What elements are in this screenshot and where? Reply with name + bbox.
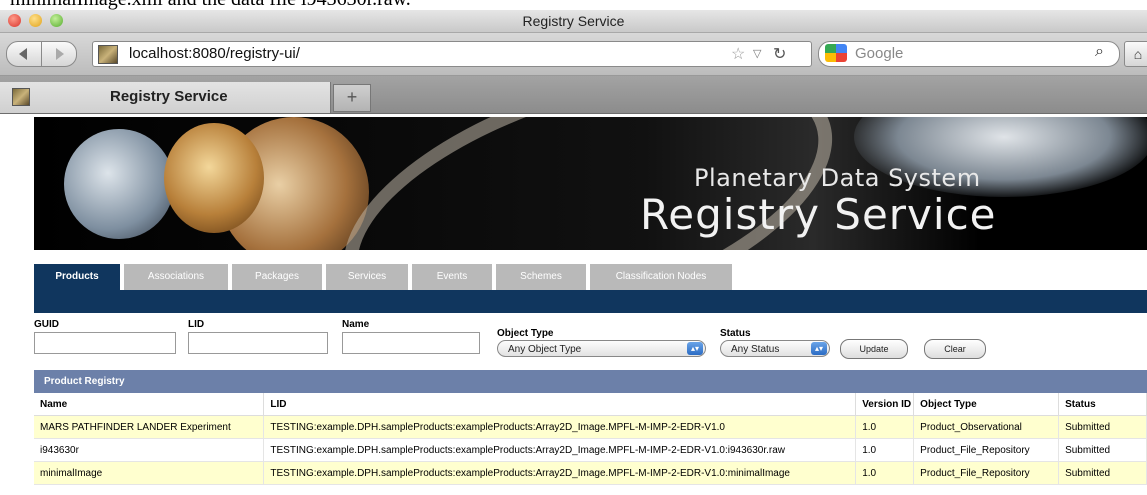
column-header-object-type[interactable]: Object Type [913, 393, 1060, 416]
tab-events[interactable]: Events [412, 264, 492, 290]
object-type-value: Any Object Type [508, 344, 582, 355]
search-bar[interactable]: Google ⌕ [818, 41, 1120, 67]
home-icon: ⌂ [1133, 46, 1143, 62]
clear-button[interactable]: Clear [924, 339, 986, 359]
tab-favicon-icon [12, 88, 30, 106]
cell-version: 1.0 [855, 438, 915, 462]
back-button[interactable] [6, 41, 42, 67]
history-dropdown-icon[interactable]: ▽ [753, 47, 761, 60]
name-input[interactable] [342, 332, 480, 354]
cell-name: minimalImage [34, 461, 265, 485]
object-type-select[interactable]: Any Object Type ▴▾ [497, 340, 706, 357]
cell-status: Submitted [1058, 438, 1147, 462]
name-label: Name [342, 319, 370, 330]
cell-version: 1.0 [855, 461, 915, 485]
cell-status: Submitted [1058, 415, 1147, 439]
cell-lid: TESTING:example.DPH.sampleProducts:examp… [263, 415, 857, 439]
table-row[interactable]: i943630r TESTING:example.DPH.sampleProdu… [34, 438, 1147, 462]
cell-version: 1.0 [855, 415, 915, 439]
column-header-lid[interactable]: LID [263, 393, 857, 416]
browser-toolbar: localhost:8080/registry-ui/ ☆ ▽ ↻ Google… [0, 33, 1147, 76]
guid-label: GUID [34, 319, 59, 330]
cell-name: i943630r [34, 438, 265, 462]
update-button[interactable]: Update [840, 339, 908, 359]
page-content: Planetary Data System Registry Service P… [0, 114, 1147, 495]
moon-image [64, 129, 174, 239]
cell-lid: TESTING:example.DPH.sampleProducts:examp… [263, 438, 857, 462]
back-arrow-icon [19, 48, 27, 60]
tab-schemes[interactable]: Schemes [496, 264, 586, 290]
cell-status: Submitted [1058, 461, 1147, 485]
app-tabs: Products Associations Packages Services … [34, 264, 1147, 292]
tab-services[interactable]: Services [326, 264, 408, 290]
cell-object-type: Product_File_Repository [913, 438, 1060, 462]
column-header-name[interactable]: Name [34, 393, 265, 416]
home-button[interactable]: ⌂ [1124, 41, 1147, 67]
site-favicon-icon [98, 45, 118, 64]
cell-object-type: Product_Observational [913, 415, 1060, 439]
table-row[interactable]: MARS PATHFINDER LANDER Experiment TESTIN… [34, 415, 1147, 439]
tab-content-bar [34, 290, 1147, 313]
browser-tab-strip: Registry Service + [0, 76, 1147, 114]
guid-input[interactable] [34, 332, 176, 354]
address-bar[interactable]: localhost:8080/registry-ui/ ☆ ▽ ↻ [92, 41, 812, 67]
forward-arrow-icon [56, 48, 64, 60]
document-text-strip: minimalImage.xml and the data file i9436… [0, 0, 1147, 10]
select-arrows-icon: ▴▾ [811, 342, 827, 355]
column-header-version[interactable]: Version ID [855, 393, 915, 416]
column-header-status[interactable]: Status [1058, 393, 1147, 416]
google-logo-icon[interactable] [825, 44, 847, 62]
status-label: Status [720, 328, 751, 339]
lid-label: LID [188, 319, 205, 330]
object-type-label: Object Type [497, 328, 554, 339]
status-select[interactable]: Any Status ▴▾ [720, 340, 830, 357]
cell-lid: TESTING:example.DPH.sampleProducts:examp… [263, 461, 857, 485]
cell-name: MARS PATHFINDER LANDER Experiment [34, 415, 265, 439]
new-tab-button[interactable]: + [333, 84, 371, 112]
search-icon[interactable]: ⌕ [1095, 43, 1104, 61]
io-image [164, 123, 264, 233]
table-header-row: Name LID Version ID Object Type Status [34, 393, 1147, 416]
window-title: Registry Service [522, 13, 625, 29]
product-registry-title: Product Registry [34, 370, 1147, 393]
tab-label: Registry Service [110, 88, 228, 105]
forward-button[interactable] [41, 41, 77, 67]
tab-packages[interactable]: Packages [232, 264, 322, 290]
select-arrows-icon: ▴▾ [687, 342, 703, 355]
pds-banner: Planetary Data System Registry Service [34, 117, 1147, 250]
tab-classification-nodes[interactable]: Classification Nodes [590, 264, 732, 290]
banner-title: Registry Service [640, 190, 997, 239]
status-value: Any Status [731, 344, 780, 355]
cell-object-type: Product_File_Repository [913, 461, 1060, 485]
product-registry-table: Name LID Version ID Object Type Status M… [34, 393, 1147, 485]
banner-subtitle: Planetary Data System [694, 164, 981, 192]
tab-associations[interactable]: Associations [124, 264, 228, 290]
bookmark-star-icon[interactable]: ☆ [731, 44, 745, 64]
document-text: minimalImage.xml and the data file i9436… [10, 0, 411, 10]
title-bar: Registry Service [0, 10, 1147, 33]
table-row[interactable]: minimalImage TESTING:example.DPH.sampleP… [34, 461, 1147, 485]
reload-icon[interactable]: ↻ [773, 44, 786, 64]
lid-input[interactable] [188, 332, 328, 354]
browser-tab[interactable]: Registry Service [0, 82, 331, 113]
search-placeholder: Google [855, 45, 904, 62]
url-text: localhost:8080/registry-ui/ [129, 45, 300, 62]
tab-products[interactable]: Products [34, 264, 120, 292]
